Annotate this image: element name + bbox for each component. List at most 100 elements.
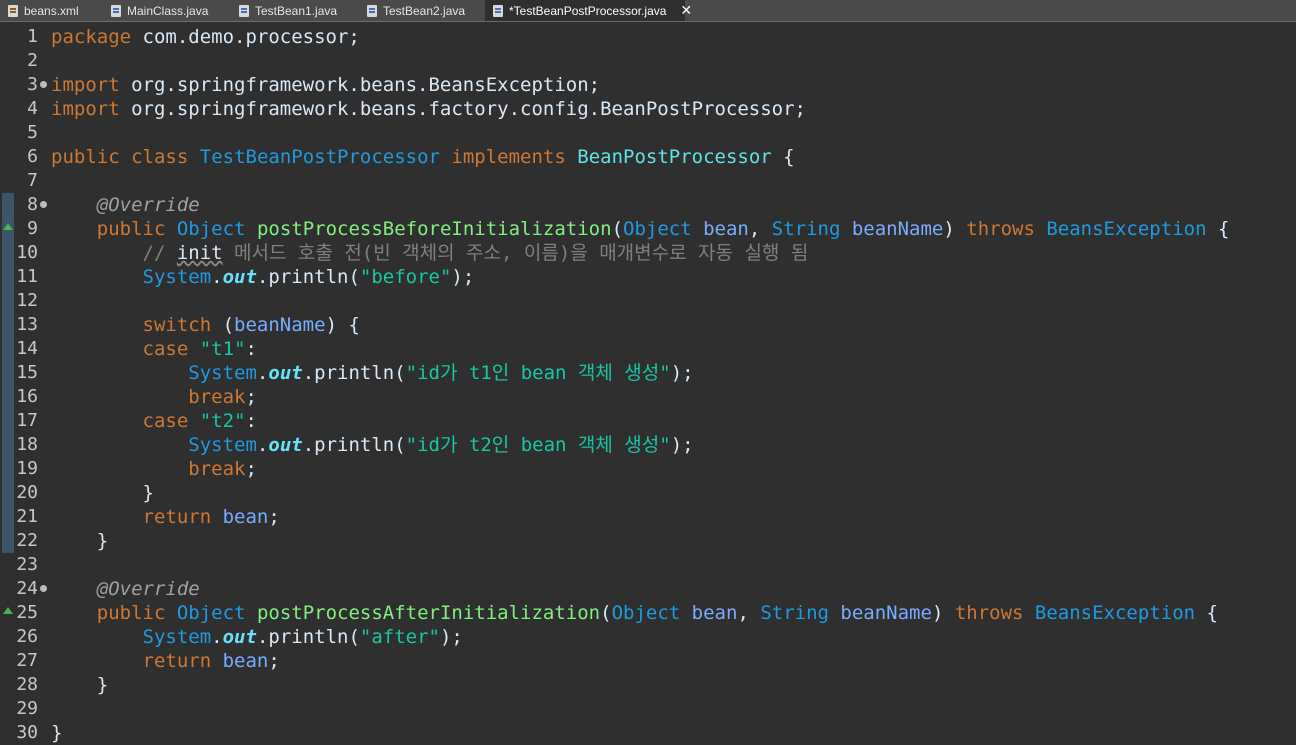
code-line[interactable]: 29 xyxy=(0,697,1296,721)
code-line[interactable]: 27 return bean; xyxy=(0,649,1296,673)
code-line[interactable]: 2 xyxy=(0,49,1296,73)
code-line[interactable]: 21 return bean; xyxy=(0,505,1296,529)
code-line[interactable]: 18 System.out.println("id가 t2인 bean 객체 생… xyxy=(0,433,1296,457)
change-bar xyxy=(2,361,14,385)
code-text: import org.springframework.beans.factory… xyxy=(51,97,806,121)
line-number: 13 xyxy=(16,314,38,335)
code-token: break xyxy=(188,386,246,408)
code-token: , xyxy=(748,218,772,240)
code-token: : xyxy=(245,410,257,432)
code-line[interactable]: 24 @Override xyxy=(0,577,1296,601)
code-text: return bean; xyxy=(51,649,280,673)
code-text: public class TestBeanPostProcessor imple… xyxy=(51,145,795,169)
code-text: } xyxy=(51,673,108,697)
change-bar xyxy=(2,241,14,265)
code-token: init xyxy=(176,242,223,264)
code-token: BeansException xyxy=(1034,602,1196,624)
code-token: @Override xyxy=(96,194,200,216)
code-text: System.out.println("id가 t1인 bean 객체 생성")… xyxy=(51,361,693,385)
tab-beans-xml[interactable]: beans.xml xyxy=(0,0,103,21)
line-number: 4 xyxy=(27,98,38,119)
code-line[interactable]: 11 System.out.println("before"); xyxy=(0,265,1296,289)
fold-toggle-icon[interactable] xyxy=(40,81,47,88)
code-line[interactable]: 8 @Override xyxy=(0,193,1296,217)
line-number: 17 xyxy=(16,410,38,431)
code-token: , xyxy=(737,602,761,624)
code-line[interactable]: 10 // init 메서드 호출 전(빈 객체의 주소, 이름)을 매개변수로… xyxy=(0,241,1296,265)
code-line[interactable]: 15 System.out.println("id가 t1인 bean 객체 생… xyxy=(0,361,1296,385)
fold-toggle-icon[interactable] xyxy=(40,585,47,592)
code-text: break; xyxy=(51,385,257,409)
tab-testbeanpostprocessor-java[interactable]: *TestBeanPostProcessor.java ✕ xyxy=(485,0,692,21)
editor-tab-bar: beans.xml MainClass.java TestBean1.java … xyxy=(0,0,1296,22)
tab-label: beans.xml xyxy=(24,3,79,18)
code-token: break xyxy=(188,458,246,480)
fold-toggle-icon[interactable] xyxy=(40,201,47,208)
code-line[interactable]: 25 public Object postProcessAfterInitial… xyxy=(0,601,1296,625)
java-file-icon xyxy=(367,4,377,17)
code-token: class xyxy=(131,146,189,168)
line-number: 27 xyxy=(16,650,38,671)
code-line[interactable]: 19 break; xyxy=(0,457,1296,481)
code-text: break; xyxy=(51,457,257,481)
change-bar xyxy=(2,433,14,457)
tab-testbean1-java[interactable]: TestBean1.java xyxy=(231,0,359,21)
tab-mainclass-java[interactable]: MainClass.java xyxy=(103,0,231,21)
override-marker-icon[interactable] xyxy=(3,607,13,614)
line-number: 20 xyxy=(16,482,38,503)
code-text: public Object postProcessAfterInitializa… xyxy=(51,601,1218,625)
code-token: import xyxy=(51,74,120,96)
code-token: throws xyxy=(966,218,1035,240)
change-bar xyxy=(2,409,14,433)
code-line[interactable]: 16 break; xyxy=(0,385,1296,409)
change-bar xyxy=(2,529,14,553)
code-line[interactable]: 20 } xyxy=(0,481,1296,505)
code-token: { xyxy=(1206,218,1230,240)
code-line[interactable]: 23 xyxy=(0,553,1296,577)
line-number: 2 xyxy=(27,50,38,71)
code-line[interactable]: 3 import org.springframework.beans.BeansE… xyxy=(0,73,1296,97)
code-line[interactable]: 14 case "t1": xyxy=(0,337,1296,361)
code-token: bean xyxy=(222,650,269,672)
code-line[interactable]: 28 } xyxy=(0,673,1296,697)
code-line[interactable]: 30} xyxy=(0,721,1296,745)
override-marker-icon[interactable] xyxy=(3,223,13,230)
tab-testbean2-java[interactable]: TestBean2.java xyxy=(359,0,485,21)
code-token: "t2" xyxy=(199,410,246,432)
code-line[interactable]: 5 xyxy=(0,121,1296,145)
code-line[interactable]: 26 System.out.println("after"); xyxy=(0,625,1296,649)
code-editor[interactable]: 1 package com.demo.processor; 2 3 import org… xyxy=(0,25,1296,744)
close-icon[interactable]: ✕ xyxy=(680,3,692,19)
code-line[interactable]: 6 public class TestBeanPostProcessor impl… xyxy=(0,145,1296,169)
code-line[interactable]: 22 } xyxy=(0,529,1296,553)
code-line[interactable]: 1 package com.demo.processor; xyxy=(0,25,1296,49)
line-number: 11 xyxy=(16,266,38,287)
code-token: public xyxy=(96,218,166,240)
change-bar xyxy=(2,313,14,337)
code-line[interactable]: 9 public Object postProcessBeforeInitial… xyxy=(0,217,1296,241)
code-line[interactable]: 17 case "t2": xyxy=(0,409,1296,433)
java-file-icon xyxy=(493,4,503,17)
line-number: 16 xyxy=(16,386,38,407)
code-line[interactable]: 13 switch (beanName) { xyxy=(0,313,1296,337)
code-token: : xyxy=(245,338,257,360)
code-token: String xyxy=(760,602,829,624)
code-line[interactable]: 12 xyxy=(0,289,1296,313)
tab-label: MainClass.java xyxy=(127,3,209,18)
code-token: } xyxy=(51,674,109,696)
line-number: 28 xyxy=(16,674,38,695)
code-text: public Object postProcessBeforeInitializ… xyxy=(51,217,1230,241)
code-line[interactable]: 4 import org.springframework.beans.factor… xyxy=(0,97,1296,121)
code-line[interactable]: 7 xyxy=(0,169,1296,193)
code-token: ); xyxy=(439,626,463,648)
code-token: Object xyxy=(611,602,681,624)
